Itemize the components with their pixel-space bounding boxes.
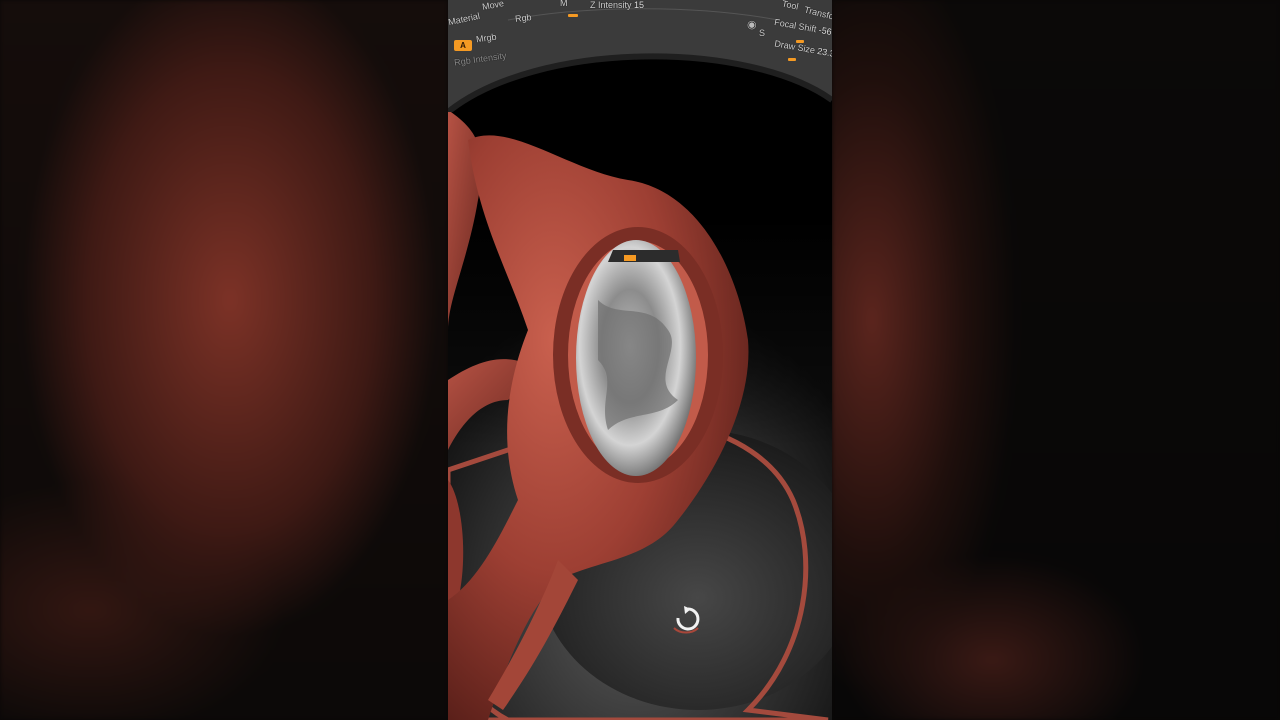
zintensity-value: 15	[634, 0, 645, 10]
mrgb-toggle[interactable]: A	[454, 40, 472, 51]
portal-reflection-chip	[624, 255, 636, 261]
blurred-background-left	[0, 0, 448, 720]
lightbox-icon[interactable]: ◉	[747, 18, 757, 31]
s-label: S	[759, 28, 766, 38]
zintensity-text: Z Intensity	[590, 0, 632, 10]
m-label[interactable]: M	[560, 0, 568, 8]
blurred-background-right	[832, 0, 1280, 720]
zintensity-slider[interactable]	[568, 14, 578, 17]
zbrush-viewport[interactable]: Material Move Rgb M Z Intensity 15 Tool …	[448, 0, 832, 720]
focal-shift-value: -56	[817, 24, 832, 37]
zintensity-label[interactable]: Z Intensity 15	[590, 0, 644, 10]
rotate-cursor-icon	[673, 606, 700, 634]
rgb-label[interactable]: Rgb	[515, 12, 532, 24]
video-frame: Material Move Rgb M Z Intensity 15 Tool …	[0, 0, 1280, 720]
draw-size-slider[interactable]	[788, 58, 796, 61]
